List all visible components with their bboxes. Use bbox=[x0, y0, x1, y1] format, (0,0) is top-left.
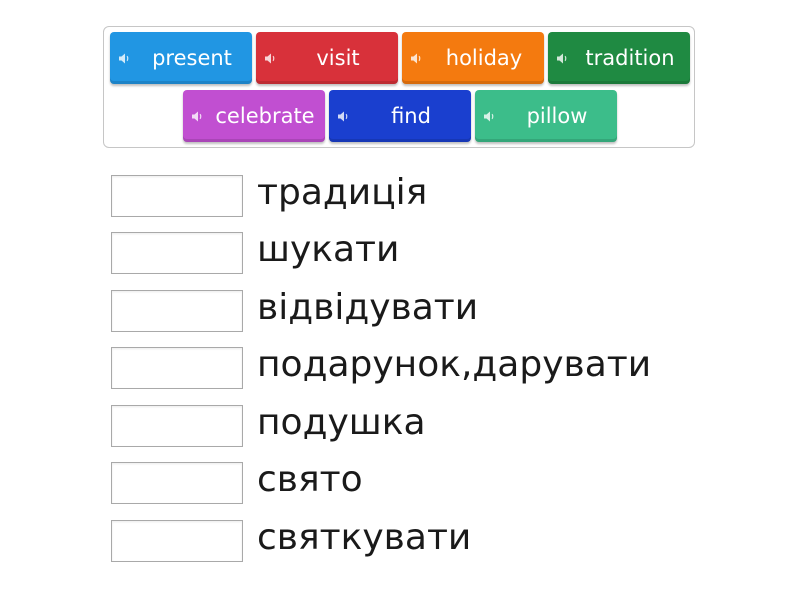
ukrainian-term: подарунок,дарувати bbox=[257, 344, 652, 385]
drop-slot[interactable] bbox=[111, 405, 243, 447]
match-up-activity: present visit holiday tradition celebrat… bbox=[0, 0, 800, 600]
word-tile-label: tradition bbox=[585, 46, 675, 70]
drop-slot[interactable] bbox=[111, 232, 243, 274]
word-tile-label: pillow bbox=[526, 104, 588, 128]
word-tile-tradition[interactable]: tradition bbox=[548, 32, 690, 84]
ukrainian-term: святкувати bbox=[257, 517, 472, 558]
drop-slot[interactable] bbox=[111, 290, 243, 332]
ukrainian-term: відвідувати bbox=[257, 287, 479, 328]
speaker-icon[interactable] bbox=[265, 53, 277, 64]
drop-slot[interactable] bbox=[111, 520, 243, 562]
word-tile-holiday[interactable]: holiday bbox=[402, 32, 544, 84]
word-tile-label: present bbox=[152, 46, 232, 70]
word-bank: present visit holiday tradition celebrat… bbox=[103, 26, 695, 148]
word-tile-present[interactable]: present bbox=[110, 32, 252, 84]
word-tile-label: visit bbox=[316, 46, 360, 70]
drop-slot[interactable] bbox=[111, 175, 243, 217]
ukrainian-term: традиція bbox=[257, 172, 428, 213]
speaker-icon[interactable] bbox=[557, 53, 569, 64]
speaker-icon[interactable] bbox=[411, 53, 423, 64]
drop-slot[interactable] bbox=[111, 462, 243, 504]
speaker-icon[interactable] bbox=[484, 111, 496, 122]
word-tile-label: holiday bbox=[445, 46, 523, 70]
ukrainian-term: свято bbox=[257, 459, 363, 500]
speaker-icon[interactable] bbox=[338, 111, 350, 122]
word-tile-celebrate[interactable]: celebrate bbox=[183, 90, 325, 142]
ukrainian-term: шукати bbox=[257, 229, 400, 270]
word-tile-find[interactable]: find bbox=[329, 90, 471, 142]
drop-slot[interactable] bbox=[111, 347, 243, 389]
word-tile-visit[interactable]: visit bbox=[256, 32, 398, 84]
speaker-icon[interactable] bbox=[192, 111, 204, 122]
word-tile-pillow[interactable]: pillow bbox=[475, 90, 617, 142]
ukrainian-term: подушка bbox=[257, 402, 426, 443]
word-tile-label: celebrate bbox=[215, 104, 315, 128]
speaker-icon[interactable] bbox=[119, 53, 131, 64]
word-tile-label: find bbox=[391, 104, 431, 128]
